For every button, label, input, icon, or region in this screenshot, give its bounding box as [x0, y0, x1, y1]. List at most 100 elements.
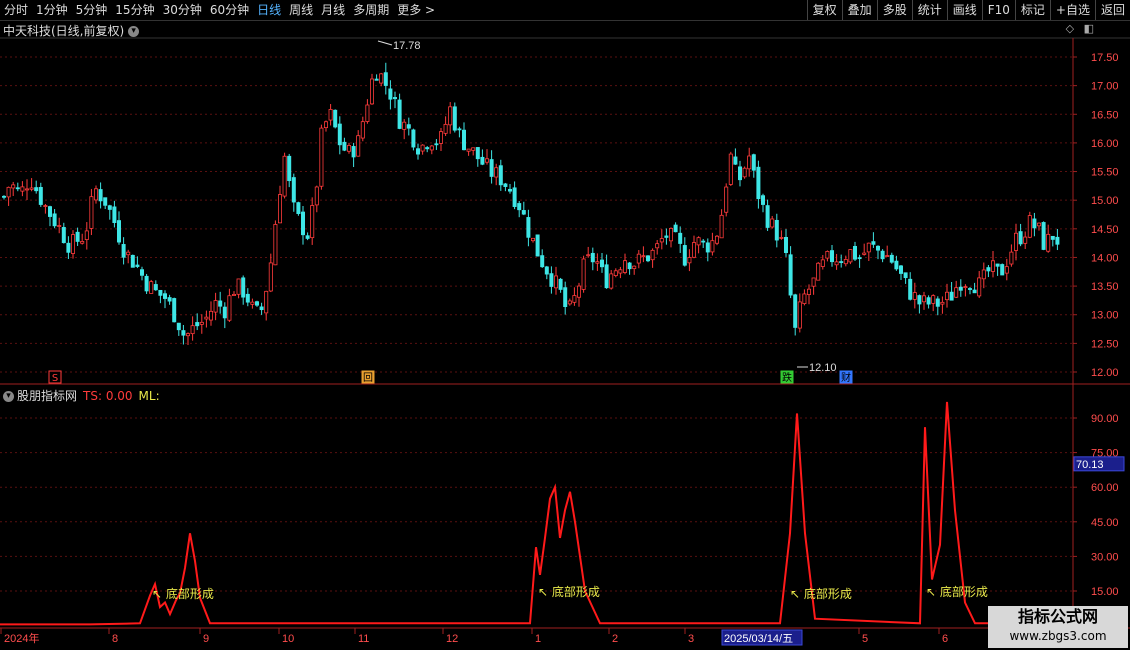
candle-body — [411, 129, 416, 148]
candle-body — [52, 213, 57, 227]
candle-body — [466, 148, 471, 152]
candle-body — [135, 264, 140, 267]
candle-body — [489, 159, 494, 177]
candle-body — [84, 230, 89, 240]
price-tick-label: 14.50 — [1091, 224, 1119, 236]
time-axis-label: 10 — [282, 633, 294, 645]
candle-body — [751, 154, 756, 171]
time-axis-label: 11 — [358, 633, 369, 645]
candle-body — [632, 265, 637, 270]
candle-body — [719, 214, 724, 239]
candle-body — [452, 106, 457, 131]
candle-body — [57, 225, 62, 227]
candle-body — [24, 188, 29, 191]
candle-body — [761, 195, 766, 205]
candle-body — [117, 220, 122, 243]
candle-body — [1014, 232, 1019, 251]
candle-body — [1050, 235, 1055, 240]
candle-body — [613, 270, 618, 276]
candle-body — [728, 153, 733, 185]
candle-body — [1032, 218, 1037, 229]
candle-body — [802, 293, 807, 305]
bottom-signal-label: ↖ 底部形成 — [538, 584, 600, 599]
panel-toggle-icon[interactable]: ◧ — [1084, 22, 1094, 35]
site-watermark: 指标公式网 www.zbgs3.com — [988, 606, 1128, 648]
candle-body — [383, 72, 388, 86]
candle-body — [669, 227, 674, 242]
candle-body — [98, 189, 103, 202]
candle-body — [738, 166, 743, 181]
candle-body — [199, 321, 204, 325]
candle-body — [558, 278, 563, 290]
candle-body — [880, 250, 885, 260]
diamond-icon[interactable]: ◇ — [1066, 22, 1074, 35]
bottom-signal-label: ↖ 底部形成 — [152, 586, 214, 601]
candle-body — [586, 254, 591, 257]
candle-body — [480, 156, 485, 165]
candle-body — [172, 298, 177, 323]
indicator-tick-label: 30.00 — [1091, 551, 1119, 563]
watermark-url: www.zbgs3.com — [1009, 629, 1107, 643]
candle-body — [328, 109, 333, 121]
candle-body — [678, 232, 683, 244]
kline-chart[interactable]: 17.50 17.00 16.50 16.00 15.50 15.00 14.50 14.00… — [0, 0, 1130, 650]
candle-body — [34, 187, 39, 192]
candle-body — [388, 88, 393, 100]
candle-body — [1037, 222, 1042, 227]
candle-body — [912, 292, 917, 300]
candle-body — [121, 244, 126, 258]
candle-body — [227, 295, 232, 321]
chevron-down-icon[interactable]: ▾ — [128, 26, 140, 37]
candle-body — [291, 177, 296, 203]
candle-body — [457, 128, 462, 131]
candle-body — [977, 277, 982, 297]
candle-body — [429, 145, 434, 151]
candle-body — [1046, 233, 1051, 252]
candle-body — [181, 330, 186, 336]
candle-body — [231, 293, 236, 296]
candle-body — [770, 218, 775, 228]
candle-body — [208, 310, 213, 321]
candle-body — [581, 258, 586, 290]
price-tick-label: 12.50 — [1091, 338, 1119, 350]
candle-body — [577, 285, 582, 298]
candle-body — [931, 295, 936, 304]
candle-body — [296, 202, 301, 214]
candle-body — [204, 316, 209, 320]
candle-body — [346, 145, 351, 152]
candle-body — [66, 242, 71, 253]
candle-body — [687, 257, 692, 264]
candle-body — [756, 166, 761, 200]
candle-body — [342, 141, 347, 151]
candle-body — [862, 252, 867, 255]
candle-body — [563, 287, 568, 308]
candle-body — [323, 121, 328, 129]
candle-body — [986, 267, 991, 272]
candle-body — [287, 155, 292, 182]
candle-body — [682, 245, 687, 266]
candle-body — [701, 240, 706, 243]
candle-body — [825, 251, 830, 259]
candle-body — [1055, 236, 1060, 245]
candle-body — [392, 97, 397, 100]
current-value-label: 70.13 — [1076, 459, 1104, 471]
candle-body — [531, 237, 536, 242]
candle-body — [848, 249, 853, 263]
candle-body — [103, 197, 108, 206]
candle-body — [268, 262, 273, 292]
candle-body — [374, 78, 379, 81]
stock-title-text: 中天科技(日线,前复权) — [3, 24, 125, 38]
bottom-signal-label: ↖ 底部形成 — [790, 586, 852, 601]
candle-body — [540, 255, 545, 268]
candle-body — [94, 188, 99, 201]
time-axis-label: 1 — [535, 633, 541, 645]
time-axis-label: 5 — [862, 633, 868, 645]
chevron-down-icon[interactable]: ▾ — [3, 391, 14, 402]
candle-body — [153, 284, 158, 291]
candle-body — [853, 245, 858, 260]
candle-body — [945, 291, 950, 301]
price-tick-label: 14.00 — [1091, 252, 1119, 264]
indicator-name[interactable]: 股朋指标网 — [17, 389, 77, 403]
candle-body — [15, 187, 20, 190]
candle-body — [1009, 251, 1014, 265]
